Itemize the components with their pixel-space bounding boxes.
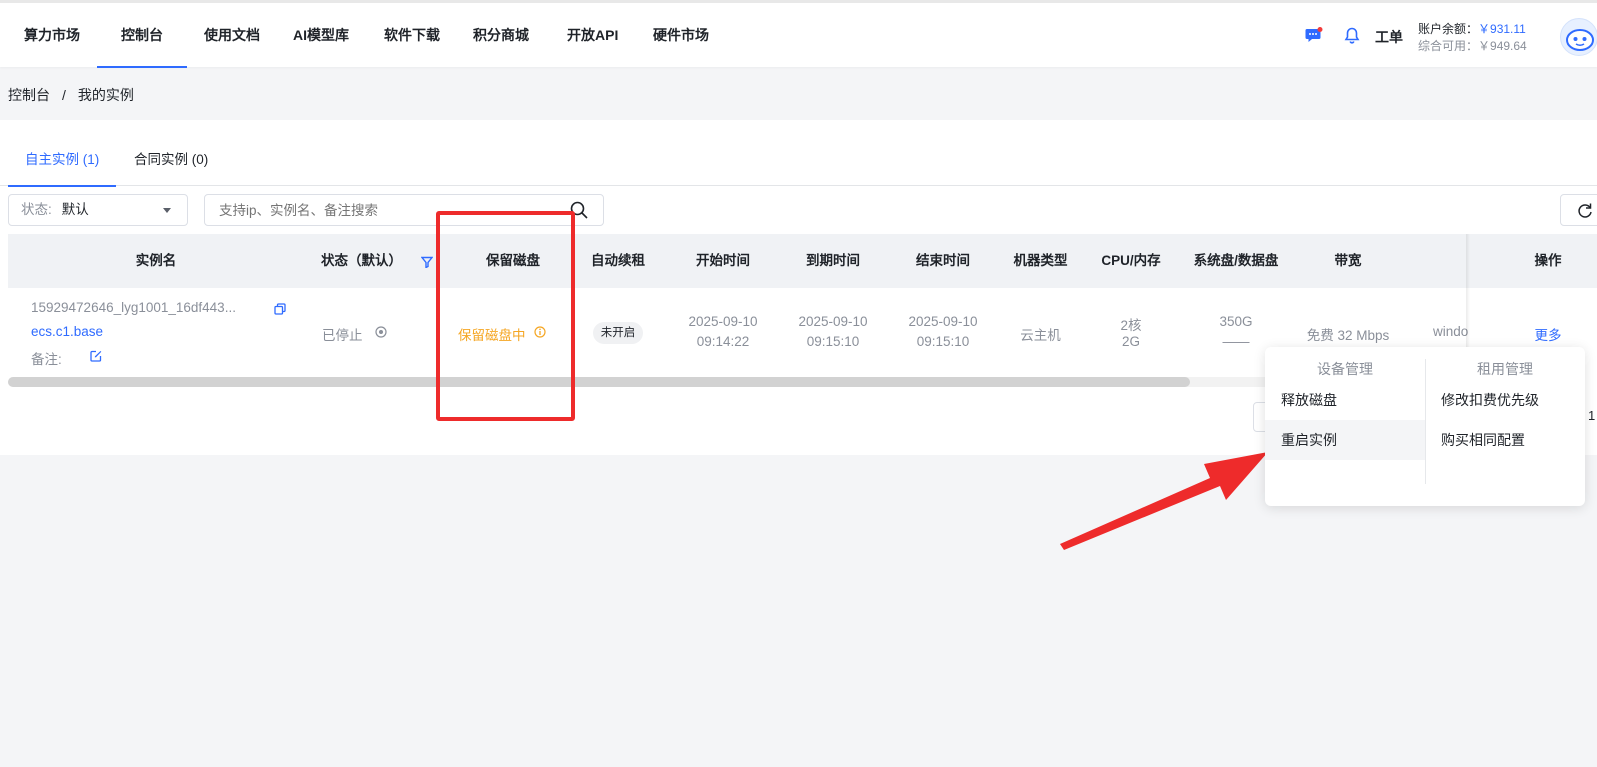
status-filter-value: 默认 [61, 202, 89, 217]
expire-date: 2025-09-10 [798, 314, 868, 329]
nav-item-console[interactable]: 控制台 [97, 3, 187, 68]
machine-type: 云主机 [1020, 328, 1061, 343]
chevron-down-icon [163, 208, 171, 213]
status-value: 已停止 [322, 328, 363, 343]
col-instance-name: 实例名 [135, 253, 177, 268]
bandwidth-value: 免费 32 Mbps [1306, 328, 1390, 343]
refresh-button[interactable] [1560, 194, 1597, 226]
start-date: 2025-09-10 [688, 314, 758, 329]
scrollbar-thumb[interactable] [8, 377, 1190, 387]
note-label: 备注: [31, 352, 62, 367]
col-machine-type: 机器类型 [1013, 253, 1068, 268]
chat-icon[interactable] [1305, 27, 1323, 43]
breadcrumb-separator: / [62, 87, 66, 103]
tab-self-instances[interactable]: 自主实例 (1) [8, 120, 117, 187]
annotation-highlight-box [436, 211, 575, 421]
modify-billing-priority-item[interactable]: 修改扣费优先级 [1425, 380, 1585, 420]
rental-management-title: 租用管理 [1477, 361, 1533, 377]
end-date: 2025-09-10 [908, 314, 978, 329]
breadcrumb-console[interactable]: 控制台 [8, 87, 50, 103]
release-disk-item[interactable]: 释放磁盘 [1265, 380, 1425, 420]
avatar[interactable] [1560, 18, 1597, 56]
nav-item-compute-market[interactable]: 算力市场 [0, 3, 104, 67]
nav-item-ai-models[interactable]: AI模型库 [269, 3, 373, 67]
col-start-time: 开始时间 [696, 253, 750, 268]
col-cpu-mem: CPU/内存 [1101, 253, 1161, 268]
edit-note-icon[interactable] [90, 350, 102, 362]
top-nav: 算力市场 控制台 使用文档 AI模型库 软件下载 积分商城 开放API 硬件市场… [0, 0, 1597, 68]
refresh-icon [1578, 203, 1592, 218]
col-actions: 操作 [1534, 253, 1562, 268]
col-expire-time: 到期时间 [806, 253, 860, 268]
breadcrumb-current: 我的实例 [77, 87, 134, 103]
col-disk: 系统盘/数据盘 [1193, 253, 1279, 268]
mem-value: 2G [1121, 334, 1140, 349]
instance-spec-link[interactable]: ecs.c1.base [31, 324, 103, 339]
restart-instance-item[interactable]: 重启实例 [1265, 420, 1425, 460]
auto-renew-badge: 未开启 [592, 322, 644, 344]
robot-avatar-icon [1566, 29, 1594, 51]
status-filter-label: 状态: [21, 202, 52, 217]
ticket-link[interactable]: 工单 [1375, 27, 1403, 47]
device-management-title: 设备管理 [1317, 361, 1373, 377]
breadcrumb: 控制台 / 我的实例 [8, 85, 134, 105]
nav-item-open-api[interactable]: 开放API [543, 3, 642, 67]
available-balance: 综合可用：￥949.64 [1418, 39, 1527, 53]
instance-id: 15929472646_lyg1001_16df443... [31, 300, 236, 315]
end-time: 09:15:10 [916, 334, 970, 349]
col-auto-renew: 自动续租 [591, 253, 645, 268]
instance-tabs: 自主实例 (1) 合同实例 (0) [0, 120, 1597, 187]
annotation-arrow [1060, 452, 1268, 550]
status-filter-select[interactable]: 状态: 默认 [8, 194, 188, 226]
buy-same-config-item[interactable]: 购买相同配置 [1425, 420, 1585, 460]
more-actions-link[interactable]: 更多 [1508, 324, 1588, 344]
start-time: 09:14:22 [696, 334, 750, 349]
col-end-time: 结束时间 [916, 253, 970, 268]
filter-icon[interactable] [421, 256, 433, 268]
more-actions-dropdown: 设备管理 租用管理 释放磁盘 重启实例 修改扣费优先级 购买相同配置 [1265, 347, 1585, 506]
expire-time: 09:15:10 [806, 334, 860, 349]
col-bandwidth: 带宽 [1334, 253, 1362, 268]
cpu-value: 2核 [1120, 318, 1142, 333]
pagination-page[interactable]: 1 [1588, 408, 1595, 423]
stopped-status-icon [375, 326, 387, 338]
bell-icon[interactable] [1344, 27, 1360, 45]
account-balance: 账户余额：￥931.11 [1418, 22, 1526, 36]
nav-item-hardware-market[interactable]: 硬件市场 [629, 3, 733, 67]
table-header: 实例名 状态（默认） 保留磁盘 自动续租 开始时间 到期时间 结束时间 机器类型… [8, 234, 1597, 288]
nav-item-points-mall[interactable]: 积分商城 [449, 3, 553, 67]
col-status: 状态（默认） [321, 253, 402, 268]
system-disk: 350G [1219, 314, 1253, 329]
copy-icon[interactable] [274, 303, 286, 315]
tab-contract-instances[interactable]: 合同实例 (0) [117, 120, 225, 186]
auto-renew-cell: 未开启 [578, 322, 658, 344]
